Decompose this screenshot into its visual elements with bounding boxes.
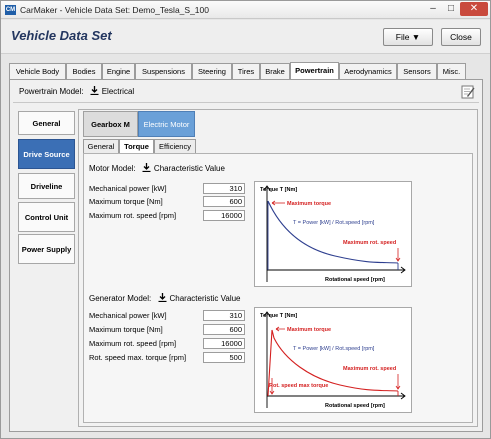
nav-driveline[interactable]: Driveline [18, 173, 75, 199]
generator-model-row: Generator Model: Characteristic Value [89, 293, 241, 305]
tab-tires[interactable]: Tires [232, 63, 260, 79]
tab-bodies[interactable]: Bodies [66, 63, 102, 79]
powertrain-model-row: Powertrain Model: Electrical [19, 85, 134, 99]
nav-power-supply[interactable]: Power Supply [18, 234, 75, 264]
motor-torque-curve [267, 200, 399, 264]
tab-efficiency[interactable]: Efficiency [154, 139, 196, 153]
motor-max-torque-label: Maximum torque [Nm] [89, 197, 163, 206]
generator-speed-max-torque-label: Rot. speed max torque [269, 383, 328, 389]
generator-max-speed-arrow [395, 374, 401, 390]
separator [13, 102, 479, 103]
generator-chart-svg: Torque T [Nm] Rotational speed [rpm] Max… [260, 311, 406, 409]
generator-max-speed-input[interactable] [203, 338, 245, 349]
generator-max-torque-label: Maximum torque [287, 327, 331, 333]
generator-chart-ylabel: Torque T [Nm] [260, 313, 297, 319]
generator-model-value[interactable]: Characteristic Value [170, 294, 241, 303]
edit-notes-icon[interactable] [461, 85, 475, 99]
generator-speed-max-torque-input[interactable] [203, 352, 245, 363]
title-bar: CM CarMaker - Vehicle Data Set: Demo_Tes… [1, 1, 490, 19]
motor-x-axis [267, 266, 406, 274]
minimize-button[interactable]: – [424, 2, 442, 16]
motor-power-input[interactable] [203, 183, 245, 194]
nav-general[interactable]: General [18, 111, 75, 135]
download-icon[interactable] [158, 293, 167, 302]
generator-power-input[interactable] [203, 310, 245, 321]
page-title: Vehicle Data Set [11, 28, 112, 43]
download-icon[interactable] [90, 86, 99, 95]
tab-steering[interactable]: Steering [192, 63, 232, 79]
generator-x-axis [267, 392, 406, 400]
generator-model-label: Generator Model: [89, 294, 152, 303]
tab-sensors[interactable]: Sensors [397, 63, 437, 79]
tab-torque[interactable]: Torque [119, 139, 154, 153]
generator-max-speed-label: Maximum rot. speed [rpm] [89, 339, 177, 348]
generator-torque-chart: Torque T [Nm] Rotational speed [rpm] Max… [254, 307, 412, 413]
tab-powertrain[interactable]: Powertrain [290, 62, 339, 79]
motor-y-axis [263, 185, 271, 282]
subtab-electric-motor[interactable]: Electric Motor [138, 111, 195, 137]
motor-power-label: Mechanical power [kW] [89, 184, 167, 193]
generator-chart-xlabel: Rotational speed [rpm] [325, 403, 385, 409]
tab-brake[interactable]: Brake [260, 63, 290, 79]
motor-model-value[interactable]: Characteristic Value [154, 164, 225, 173]
motor-chart-ylabel: Torque T [Nm] [260, 187, 297, 193]
motor-max-speed-label: Maximum rot. speed [343, 240, 396, 246]
window-close-button[interactable]: ✕ [460, 2, 488, 16]
maximize-button[interactable]: □ [442, 2, 460, 16]
generator-max-speed-label: Maximum rot. speed [343, 366, 396, 372]
powertrain-model-label: Powertrain Model: [19, 87, 84, 96]
tab-suspensions[interactable]: Suspensions [135, 63, 192, 79]
generator-formula-label: T = Power [kW] / Rot.speed [rpm] [293, 346, 375, 352]
generator-speed-max-torque-label: Rot. speed max. torque [rpm] [89, 353, 187, 362]
motor-model-label: Motor Model: [89, 164, 136, 173]
generator-y-axis [263, 311, 271, 408]
nav-drive-source[interactable]: Drive Source [18, 139, 75, 169]
close-button[interactable]: Close [441, 28, 481, 46]
motor-model-row: Motor Model: Characteristic Value [89, 163, 225, 175]
generator-power-label: Mechanical power [kW] [89, 311, 167, 320]
motor-max-speed-arrow [395, 248, 401, 262]
tab-aerodynamics[interactable]: Aerodynamics [339, 63, 397, 79]
tab-general[interactable]: General [83, 139, 119, 153]
generator-max-torque-arrow [275, 326, 285, 332]
motor-max-torque-label: Maximum torque [287, 201, 331, 207]
download-icon[interactable] [142, 163, 151, 172]
motor-formula-label: T = Power [kW] / Rot.speed [rpm] [293, 220, 375, 226]
window-title: CarMaker - Vehicle Data Set: Demo_Tesla_… [20, 5, 209, 15]
generator-max-torque-label: Maximum torque [Nm] [89, 325, 163, 334]
file-menu-button[interactable]: File ▼ [383, 28, 433, 46]
motor-max-speed-input[interactable] [203, 210, 245, 221]
subtab-gearbox[interactable]: Gearbox M [83, 111, 138, 137]
motor-max-speed-label: Maximum rot. speed [rpm] [89, 211, 177, 220]
motor-max-torque-input[interactable] [203, 196, 245, 207]
tab-vehicle-body[interactable]: Vehicle Body [9, 63, 66, 79]
motor-chart-svg: Torque T [Nm] Rotational speed [rpm] Max… [260, 185, 406, 283]
tab-misc[interactable]: Misc. [437, 63, 466, 79]
motor-torque-chart: Torque T [Nm] Rotational speed [rpm] Max… [254, 181, 412, 287]
carmaker-app-icon: CM [5, 5, 16, 15]
powertrain-model-value[interactable]: Electrical [102, 87, 134, 96]
vehicle-data-set-window: CM CarMaker - Vehicle Data Set: Demo_Tes… [0, 0, 491, 439]
tab-engine[interactable]: Engine [102, 63, 135, 79]
nav-control-unit[interactable]: Control Unit [18, 202, 75, 232]
generator-max-torque-input[interactable] [203, 324, 245, 335]
motor-chart-xlabel: Rotational speed [rpm] [325, 277, 385, 283]
